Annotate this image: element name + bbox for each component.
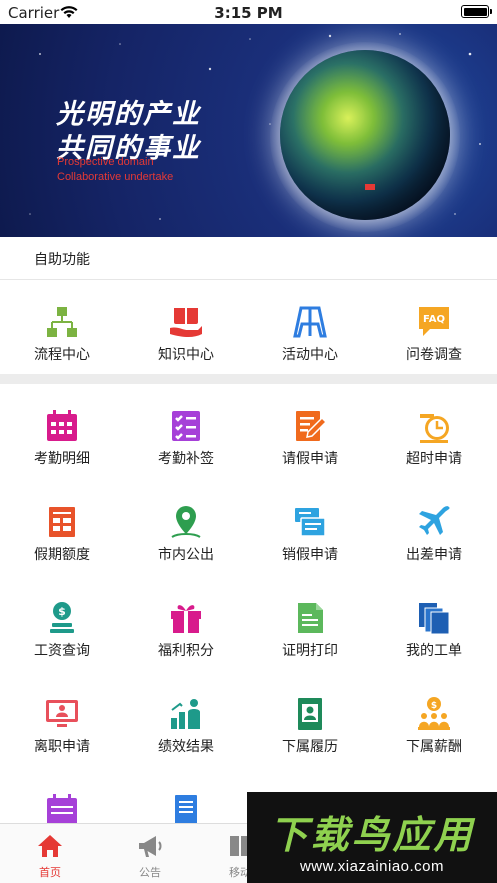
- easel-icon: [293, 306, 327, 338]
- grid-item-my-tickets[interactable]: 我的工单: [372, 576, 496, 672]
- grid-item-resignation-request[interactable]: 离职申请: [0, 672, 124, 768]
- hero-banner[interactable]: 光明的产业 共同的事业 Prospective domain Collabora…: [0, 24, 497, 237]
- grid-item-holiday-quota[interactable]: 假期额度: [0, 480, 124, 576]
- grid-item-process-center[interactable]: 流程中心: [0, 280, 124, 376]
- banner-english-line1: Prospective domain: [57, 156, 154, 168]
- grid-item-overtime-request[interactable]: 超时申请: [372, 384, 496, 480]
- grid-item-salary-query[interactable]: $ 工资查询: [0, 576, 124, 672]
- checklist-icon: [172, 411, 200, 441]
- grid-item-attendance-resign[interactable]: 考勤补签: [124, 384, 248, 480]
- section-divider: [0, 374, 497, 384]
- watermark-overlay: 下载鸟应用 www.xiazainiao.com: [247, 792, 497, 883]
- tab-announcements[interactable]: 公告: [100, 824, 200, 883]
- certificate-icon: [298, 603, 323, 633]
- battery-icon: [461, 5, 492, 18]
- documents-icon: [419, 603, 450, 635]
- grid-item-local-business-trip[interactable]: 市内公出: [124, 480, 248, 576]
- grid-item-performance-result[interactable]: 绩效结果: [124, 672, 248, 768]
- grid-item-label: 请假申请: [282, 451, 338, 467]
- edit-doc-icon: [296, 411, 328, 441]
- top-function-grid: 流程中心 知识中心 活动中心 FAQ 问卷调查: [0, 280, 497, 376]
- grid-item-business-trip[interactable]: 出差申请: [372, 480, 496, 576]
- grid-item-label: 活动中心: [282, 347, 338, 363]
- watermark-url: www.xiazainiao.com: [299, 858, 445, 875]
- grid-item-label: 福利积分: [158, 643, 214, 659]
- grid-item-subordinate-resume[interactable]: 下属履历: [248, 672, 372, 768]
- grid-item-certificate-print[interactable]: 证明打印: [248, 576, 372, 672]
- svg-text:FAQ: FAQ: [423, 314, 445, 325]
- planet-image: [280, 50, 450, 220]
- team-money-icon: $: [418, 697, 450, 730]
- grid-item-leave-cancel[interactable]: 销假申请: [248, 480, 372, 576]
- grid-item-label: 市内公出: [158, 547, 214, 563]
- location-pin-icon: [171, 506, 201, 538]
- clock-icon: [420, 414, 449, 443]
- grid-item-label: 知识中心: [158, 347, 214, 363]
- tab-home[interactable]: 首页: [0, 824, 100, 883]
- status-bar: Carrier 3:15 PM: [0, 0, 497, 24]
- grid-item-label: 下属履历: [282, 739, 338, 755]
- grid-item-label: 离职申请: [34, 739, 90, 755]
- grid-item-label: 工资查询: [34, 643, 90, 659]
- coin-stack-icon: $: [50, 602, 74, 633]
- grid-item-subordinate-salary[interactable]: $ 下属薪酬: [372, 672, 496, 768]
- home-icon: [38, 835, 62, 857]
- book-hand-icon: [170, 308, 202, 337]
- watermark-title: 下载鸟应用: [269, 813, 475, 857]
- grid-item-attendance-detail[interactable]: 考勤明细: [0, 384, 124, 480]
- svg-text:$: $: [58, 605, 66, 618]
- flag-decoration: [365, 184, 375, 190]
- grid-item-label: 问卷调查: [406, 347, 462, 363]
- growth-person-icon: [171, 699, 200, 729]
- tab-label: 首页: [39, 866, 61, 879]
- forms-icon: [295, 508, 326, 537]
- grid-item-label: 我的工单: [406, 643, 462, 659]
- ledger-icon: [49, 507, 75, 537]
- grid-item-label: 下属薪酬: [406, 739, 462, 755]
- grid-item-label: 出差申请: [406, 547, 462, 563]
- profile-card-icon: [298, 698, 322, 730]
- grid-item-label: 绩效结果: [158, 739, 214, 755]
- gift-icon: [171, 605, 201, 633]
- grid-item-activity-center[interactable]: 活动中心: [248, 280, 372, 376]
- svg-text:$: $: [431, 701, 437, 711]
- grid-item-label: 流程中心: [34, 347, 90, 363]
- grid-item-label: 考勤明细: [34, 451, 90, 467]
- grid-item-label: 考勤补签: [158, 451, 214, 467]
- grid-item-leave-request[interactable]: 请假申请: [248, 384, 372, 480]
- monitor-person-icon: [46, 700, 78, 727]
- org-chart-icon: [47, 307, 77, 337]
- grid-item-label: 证明打印: [282, 643, 338, 659]
- grid-item-knowledge-center[interactable]: 知识中心: [124, 280, 248, 376]
- grid-item-label: 超时申请: [406, 451, 462, 467]
- banner-english-line2: Collaborative undertake: [57, 171, 174, 183]
- grid-item-label: 假期额度: [34, 547, 90, 563]
- megaphone-icon: [139, 836, 162, 857]
- section-title: 自助功能: [34, 252, 90, 268]
- airplane-icon: [419, 506, 450, 535]
- clock-time: 3:15 PM: [214, 4, 283, 22]
- main-function-grid: 考勤明细 考勤补签 请假申请 超时申请 假期额度 市内公出 销假申请 出差申请 …: [0, 384, 497, 825]
- grid-item-welfare-points[interactable]: 福利积分: [124, 576, 248, 672]
- grid-item-survey[interactable]: FAQ 问卷调查: [372, 280, 496, 376]
- calendar-icon: [47, 410, 77, 441]
- tab-label: 公告: [139, 866, 161, 879]
- section-header: 自助功能: [0, 237, 497, 280]
- faq-bubble-icon: FAQ: [419, 307, 449, 336]
- grid-item-label: 销假申请: [282, 547, 338, 563]
